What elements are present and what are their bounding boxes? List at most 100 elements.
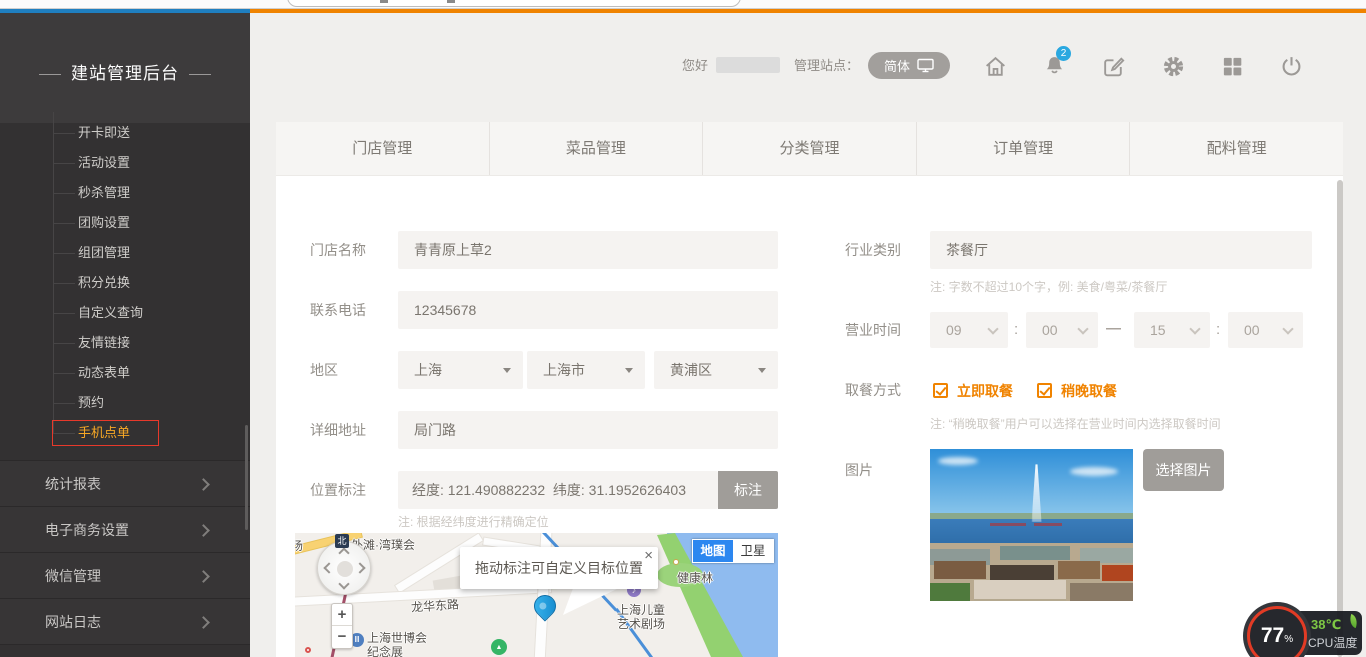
chevron-down-icon: [1077, 323, 1088, 334]
infowindow-text: 拖动标注可自定义目标位置: [460, 547, 658, 589]
district-value: 黄浦区: [670, 362, 712, 378]
end-minute-select[interactable]: 00: [1228, 312, 1303, 348]
usage-percent: 77: [1261, 624, 1284, 647]
photo-cloud: [1070, 467, 1118, 476]
sidebar: 建站管理后台 开卡即送 活动设置 秒杀管理 团购设置 组团管理 积分兑换 自定义…: [0, 13, 250, 657]
sidebar-item-customquery[interactable]: 自定义查询: [0, 298, 250, 328]
notification-badge: 2: [1056, 46, 1071, 61]
time-range-dash: —: [1106, 320, 1121, 337]
end-hour-select[interactable]: 15: [1134, 312, 1210, 348]
start-hour-value: 09: [946, 322, 962, 338]
image-label: 图片: [845, 451, 873, 489]
tab-store-management[interactable]: 门店管理: [276, 122, 490, 175]
map-pan-control[interactable]: [317, 541, 371, 595]
chevron-right-icon: [197, 524, 210, 537]
home-icon[interactable]: [983, 54, 1008, 79]
pan-down-icon[interactable]: [338, 578, 349, 589]
industry-note: 注: 字数不超过10个字，例: 美食/粤菜/茶餐厅: [930, 278, 1167, 295]
pickup-later-checkbox[interactable]: [1037, 383, 1052, 398]
start-minute-select[interactable]: 00: [1026, 312, 1098, 348]
map-type-satellite-button[interactable]: 卫星: [733, 540, 773, 562]
browser-icon-stub: [380, 0, 388, 3]
sidebar-item-points[interactable]: 积分兑换: [0, 268, 250, 298]
city-select[interactable]: 上海市: [527, 351, 645, 389]
address-input[interactable]: 局门路: [398, 411, 778, 449]
zoom-in-button[interactable]: +: [332, 604, 352, 626]
close-icon[interactable]: ×: [644, 547, 653, 565]
pickup-now-label[interactable]: 立即取餐: [957, 383, 1013, 399]
sidebar-scrollbar[interactable]: [245, 425, 248, 530]
pickup-label: 取餐方式: [845, 371, 901, 409]
map-marker-pin[interactable]: [529, 590, 560, 621]
mark-location-button[interactable]: 标注: [718, 471, 778, 509]
store-name-input[interactable]: 青青原上草2: [398, 231, 778, 269]
sidebar-section-reports[interactable]: 统计报表: [0, 460, 250, 506]
photo-watermark: [990, 523, 1026, 526]
language-switch-button[interactable]: 简体: [868, 52, 950, 79]
sidebar-item-activity[interactable]: 活动设置: [0, 148, 250, 178]
pan-right-icon[interactable]: [354, 562, 365, 573]
photo-building: [1102, 565, 1133, 581]
section-divider: [0, 644, 250, 645]
browser-url-bar[interactable]: [287, 0, 741, 7]
photo-building: [990, 565, 1054, 581]
start-hour-select[interactable]: 09: [930, 312, 1008, 348]
chevron-right-icon: [197, 616, 210, 629]
province-select[interactable]: 上海: [398, 351, 523, 389]
chevron-down-icon: [1189, 323, 1200, 334]
pan-left-icon[interactable]: [323, 562, 334, 573]
baidu-map[interactable]: 场 外滩·湾璞会 龙华东路 上海世博会 纪念展 健康林 上海儿童 艺术剧场 Ⅲ …: [295, 533, 778, 657]
phone-input[interactable]: 12345678: [398, 291, 778, 329]
pickup-now-checkbox[interactable]: [933, 383, 948, 398]
sidebar-section-sitelog[interactable]: 网站日志: [0, 598, 250, 644]
pickup-later-label[interactable]: 稍晚取餐: [1061, 383, 1117, 399]
photo-trees: [930, 583, 970, 601]
app-title-text: 建站管理后台: [71, 64, 179, 83]
map-type-map-button[interactable]: 地图: [693, 540, 733, 562]
district-select[interactable]: 黄浦区: [654, 351, 778, 389]
photo-watermark: [1034, 523, 1062, 526]
monitor-icon: [917, 58, 934, 73]
tab-order-management[interactable]: 订单管理: [917, 122, 1131, 175]
sidebar-item-groupbuy[interactable]: 团购设置: [0, 208, 250, 238]
edit-icon[interactable]: [1101, 54, 1126, 79]
map-infowindow: 拖动标注可自定义目标位置 ×: [460, 547, 658, 589]
map-label-theater2: 艺术剧场: [617, 615, 665, 632]
time-colon: :: [1014, 321, 1018, 338]
module-tabs: 门店管理 菜品管理 分类管理 订单管理 配料管理: [276, 122, 1343, 176]
choose-image-button[interactable]: 选择图片: [1143, 449, 1224, 491]
sidebar-item-groupmgmt[interactable]: 组团管理: [0, 238, 250, 268]
coordinates-box[interactable]: 经度: 121.490882232 纬度: 31.1952626403: [398, 471, 718, 509]
memory-usage-circle[interactable]: 77%: [1247, 606, 1307, 657]
sidebar-item-seckill[interactable]: 秒杀管理: [0, 178, 250, 208]
pan-up-icon[interactable]: [338, 547, 349, 558]
end-minute-value: 00: [1244, 322, 1260, 338]
sidebar-section-ecommerce[interactable]: 电子商务设置: [0, 506, 250, 552]
greeting-text: 您好: [682, 55, 708, 77]
small-poi-dot: [673, 559, 679, 565]
screen: 建站管理后台 开卡即送 活动设置 秒杀管理 团购设置 组团管理 积分兑换 自定义…: [0, 0, 1366, 657]
small-poi-dot: [305, 647, 311, 653]
language-label: 简体: [884, 56, 910, 75]
store-name-label: 门店名称: [310, 231, 366, 269]
apps-grid-icon[interactable]: [1221, 55, 1244, 78]
active-item-highlight: [52, 420, 159, 446]
store-photo: [930, 449, 1133, 601]
sidebar-item-booking[interactable]: 预约: [0, 388, 250, 418]
power-logout-icon[interactable]: [1279, 54, 1304, 79]
sidebar-item-links[interactable]: 友情链接: [0, 328, 250, 358]
zoom-out-button[interactable]: −: [332, 626, 352, 648]
panel-scrollbar[interactable]: [1337, 180, 1343, 657]
sidebar-item-card-gift[interactable]: 开卡即送: [0, 118, 250, 148]
tab-ingredient-management[interactable]: 配料管理: [1130, 122, 1343, 175]
province-value: 上海: [414, 362, 442, 378]
industry-input[interactable]: 茶餐厅: [930, 231, 1312, 269]
accent-bar-orange: [250, 9, 1366, 13]
tab-category-management[interactable]: 分类管理: [703, 122, 917, 175]
chevron-down-icon: [987, 323, 998, 334]
photo-cloud: [938, 457, 978, 465]
sidebar-item-dynamicform[interactable]: 动态表单: [0, 358, 250, 388]
settings-gear-icon[interactable]: [1161, 54, 1186, 79]
tab-dish-management[interactable]: 菜品管理: [490, 122, 704, 175]
sidebar-section-wechat[interactable]: 微信管理: [0, 552, 250, 598]
